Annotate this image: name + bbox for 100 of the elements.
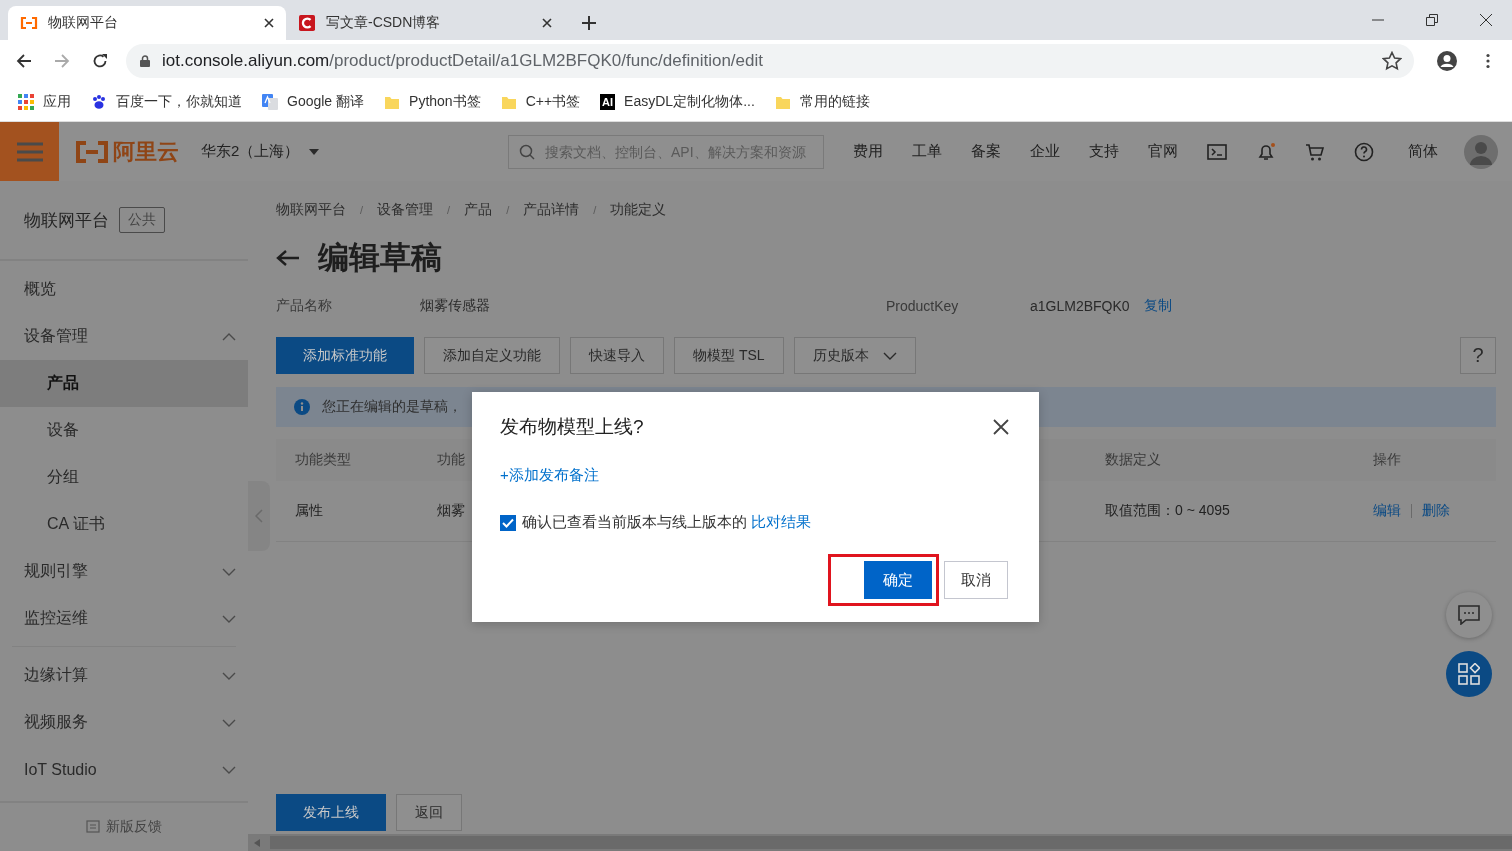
bookmark[interactable]: 百度一下，你就知道 xyxy=(91,92,242,111)
breadcrumb-link[interactable]: 功能定义 xyxy=(610,201,667,219)
bookmark[interactable]: C++书签 xyxy=(500,92,581,111)
column-header: 功能 xyxy=(437,451,466,469)
field-value: 烟雾传感器 xyxy=(420,297,490,315)
table-cell-text: 属性 xyxy=(294,502,324,520)
sidebar-subitem[interactable]: 设备 xyxy=(0,407,248,454)
close-icon[interactable] xyxy=(542,18,552,28)
breadcrumb-separator: / xyxy=(593,204,597,216)
nav-link[interactable]: 支持 xyxy=(1089,142,1119,161)
bookmark[interactable]: 常用的链接 xyxy=(774,92,870,111)
dialog-button[interactable]: 取消 xyxy=(944,561,1008,599)
language-link[interactable]: 简体 xyxy=(1408,142,1438,161)
breadcrumb-separator: / xyxy=(506,204,510,216)
sidebar-item[interactable]: 监控运维 xyxy=(0,595,248,642)
reload-icon[interactable] xyxy=(92,53,108,69)
notice-text: 您正在编辑的是草稿， xyxy=(322,398,462,416)
action-link[interactable]: 编辑 xyxy=(1373,502,1401,520)
table-cell-text: 烟雾 xyxy=(437,502,466,520)
add-note-link[interactable]: +添加发布备注 xyxy=(500,466,599,485)
nav-link[interactable]: 工单 xyxy=(912,142,942,161)
bookmark[interactable]: Python书签 xyxy=(384,92,481,111)
collapse-handle[interactable] xyxy=(248,481,270,551)
nav-link[interactable]: 费用 xyxy=(853,142,883,161)
restore-icon[interactable] xyxy=(1426,14,1438,26)
nav-link[interactable]: 备案 xyxy=(971,142,1001,161)
dialog-title: 发布物模型上线? xyxy=(500,415,644,439)
action-link[interactable]: 删除 xyxy=(1422,502,1450,520)
close-icon[interactable] xyxy=(264,18,274,28)
tag: 公共 xyxy=(119,207,165,233)
page-title: 编辑草稿 xyxy=(318,239,442,277)
bookmark[interactable]: AI EasyDL定制化物体... xyxy=(600,92,755,111)
back-arrow-icon[interactable] xyxy=(16,53,32,69)
sidebar-item[interactable]: 边缘计算 xyxy=(0,652,248,699)
help-icon[interactable] xyxy=(1354,141,1374,162)
footer-button[interactable]: 发布上线 xyxy=(276,794,386,831)
chat-icon xyxy=(1458,605,1480,625)
column-header: 数据定义 xyxy=(1105,451,1162,469)
breadcrumb-link[interactable]: 设备管理 xyxy=(377,201,434,219)
avatar-icon[interactable] xyxy=(1464,134,1498,169)
brackets-icon xyxy=(75,140,109,163)
browser-tab[interactable]: 写文章-CSDN博客 xyxy=(286,6,564,40)
region-dropdown[interactable]: 华东2（上海） xyxy=(201,142,320,161)
breadcrumb-link[interactable]: 物联网平台 xyxy=(276,201,346,219)
apps-icon xyxy=(1458,663,1480,685)
nav-link[interactable]: 官网 xyxy=(1148,142,1178,161)
sidebar-item[interactable]: IoT Studio xyxy=(0,746,248,793)
terminal-icon[interactable] xyxy=(1207,141,1227,162)
badge-icon: AI xyxy=(600,93,616,110)
bookmark[interactable]: 应用 xyxy=(18,92,71,111)
back-arrow-icon[interactable] xyxy=(276,249,300,267)
logo-text: 阿里云 xyxy=(113,137,179,166)
feedback-link[interactable]: 新版反馈 xyxy=(0,801,248,851)
cart-icon[interactable] xyxy=(1305,141,1325,162)
breadcrumb-link[interactable]: 产品详情 xyxy=(523,201,580,219)
sidebar-subitem[interactable]: CA 证书 xyxy=(0,501,248,548)
chevron-left-icon xyxy=(255,509,263,523)
feedback-icon xyxy=(86,820,100,834)
column-header: 操作 xyxy=(1373,451,1401,469)
star-icon[interactable] xyxy=(1382,51,1402,71)
browser-tab[interactable]: 物联网平台 xyxy=(8,6,286,40)
sidebar-subitem[interactable]: 分组 xyxy=(0,454,248,501)
profile-icon[interactable] xyxy=(1436,50,1458,72)
dialog-button[interactable]: 确定 xyxy=(864,561,932,599)
copy-link[interactable]: 复制 xyxy=(1143,297,1172,315)
footer-button[interactable]: 返回 xyxy=(396,794,462,831)
brackets-icon xyxy=(20,15,38,31)
sidebar-subitem[interactable]: 产品 xyxy=(0,360,248,407)
c-logo-icon xyxy=(298,15,316,31)
chat-button[interactable] xyxy=(1446,592,1492,638)
toolbar-button[interactable]: 物模型 TSL xyxy=(674,337,784,374)
lock-icon xyxy=(140,55,150,67)
checkbox-label: 确认已查看当前版本与线上版本的 xyxy=(522,513,747,532)
sidebar-item[interactable]: 概览 xyxy=(0,266,248,313)
address-field[interactable]: iot.console.aliyun.com/product/productDetail/a1GLM2BFQK0/func/definition/edit xyxy=(126,44,1414,78)
apps-button[interactable] xyxy=(1446,651,1492,697)
plus-icon[interactable] xyxy=(582,16,596,30)
breadcrumb-separator: / xyxy=(360,204,364,216)
sidebar-item[interactable]: 设备管理 xyxy=(0,313,248,360)
toolbar-button[interactable]: 历史版本 xyxy=(793,337,916,374)
toolbar-button[interactable]: 添加标准功能 xyxy=(276,337,414,374)
scrollbar[interactable] xyxy=(248,834,1512,851)
toolbar-button[interactable]: 快速导入 xyxy=(570,337,664,374)
toolbar-button[interactable]: 添加自定义功能 xyxy=(424,337,560,374)
field-value: a1GLM2BFQK0 xyxy=(1030,298,1130,314)
sidebar-item[interactable]: 视频服务 xyxy=(0,699,248,746)
breadcrumb-link[interactable]: 产品 xyxy=(464,201,493,219)
sidebar-item[interactable]: 规则引擎 xyxy=(0,548,248,595)
search-icon xyxy=(519,143,535,160)
bookmark[interactable]: Google 翻译 xyxy=(262,92,365,111)
bell-icon[interactable] xyxy=(1256,141,1276,162)
compare-link[interactable]: 比对结果 xyxy=(751,513,811,532)
nav-link[interactable]: 企业 xyxy=(1030,142,1060,161)
checkbox[interactable] xyxy=(500,514,516,531)
info-icon xyxy=(294,399,310,415)
translate-icon xyxy=(262,93,278,110)
field-label: ProductKey xyxy=(886,298,960,314)
close-icon[interactable] xyxy=(1480,14,1492,26)
close-icon[interactable] xyxy=(993,419,1009,435)
help-button[interactable]: ? xyxy=(1460,337,1496,374)
